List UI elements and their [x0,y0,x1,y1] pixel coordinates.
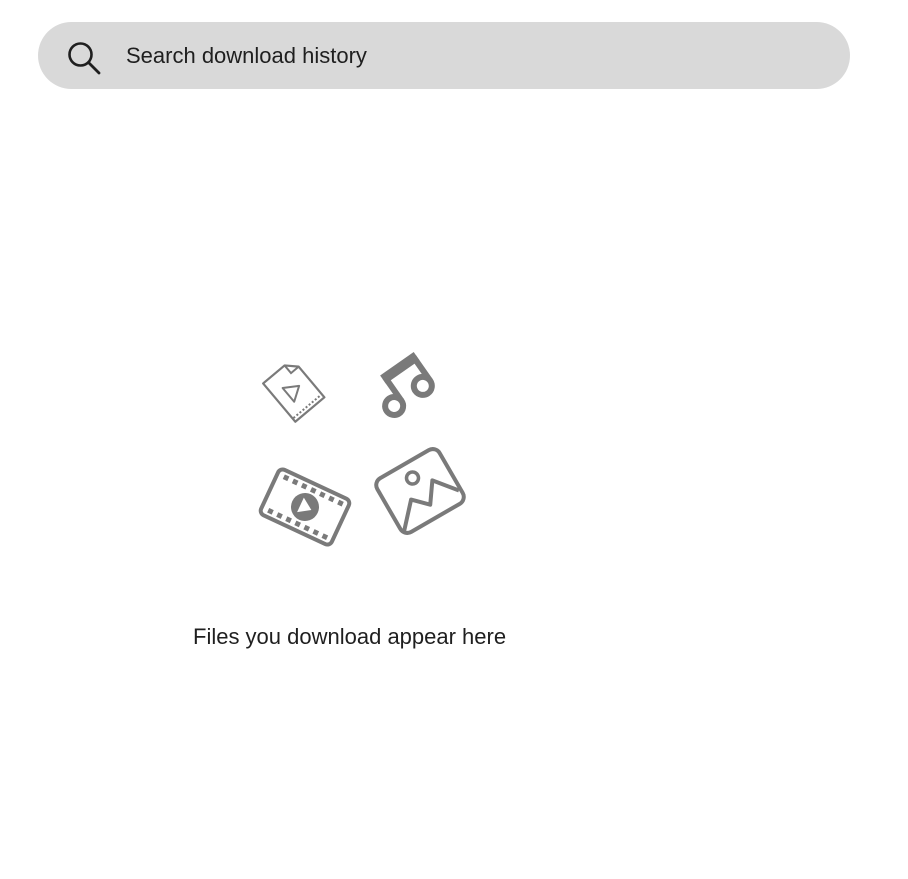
film-reel-icon [258,467,352,547]
empty-state-message: Files you download appear here [193,624,507,649]
image-icon [374,447,466,535]
search-icon[interactable] [66,40,102,76]
document-play-icon [262,364,326,423]
search-input[interactable] [126,22,826,89]
empty-state-illustration [258,352,466,547]
music-note-icon [380,352,435,418]
